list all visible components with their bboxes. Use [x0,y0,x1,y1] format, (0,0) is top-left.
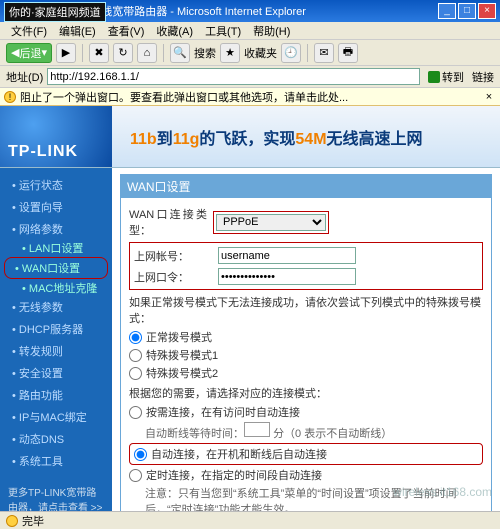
conn-auto[interactable] [134,448,147,461]
close-button[interactable]: × [478,3,496,19]
brand-logo: TP-LINK [8,143,78,161]
menu-view[interactable]: 查看(V) [103,23,150,39]
sidebar-item-wireless[interactable]: 无线参数 [0,296,112,318]
print-button[interactable]: 🖶 [338,43,358,63]
minimize-button[interactable]: _ [438,3,456,19]
menu-edit[interactable]: 编辑(E) [54,23,101,39]
conn-on-demand[interactable] [129,406,142,419]
sidebar-item-system[interactable]: 系统工具 [0,450,112,472]
sidebar-item-status[interactable]: 运行状态 [0,174,112,196]
conn-type-select[interactable]: PPPoE [216,214,326,231]
password-input[interactable] [218,268,356,285]
conn-need-note: 根据您的需要，请选择对应的连接模式： [129,385,483,401]
address-label: 地址(D) [6,69,43,85]
conn-type-label: WAN口连接类型： [129,206,207,238]
maximize-button[interactable]: □ [458,3,476,19]
password-label: 上网口令： [134,269,212,285]
sidebar-item-wizard[interactable]: 设置向导 [0,196,112,218]
refresh-button[interactable]: ↻ [113,43,133,63]
favorites-icon[interactable]: ★ [220,43,240,63]
status-text: 完毕 [22,513,44,529]
search-label[interactable]: 搜索 [194,45,216,61]
home-button[interactable]: ⌂ [137,43,157,63]
sidebar-item-forward[interactable]: 转发规则 [0,340,112,362]
sidebar-item-dhcp[interactable]: DHCP服务器 [0,318,112,340]
dial-mode-note: 如果正常拨号模式下无法连接成功，请依次尝试下列模式中的特殊拨号模式： [129,294,483,326]
menu-help[interactable]: 帮助(H) [248,23,295,39]
sidebar: 运行状态 设置向导 网络参数 LAN口设置 WAN口设置 MAC地址克隆 无线参… [0,168,112,511]
menu-fav[interactable]: 收藏(A) [151,23,198,39]
info-icon: ! [4,91,16,103]
panel-title: WAN口设置 [121,175,491,198]
dial-mode-special2[interactable] [129,367,142,380]
menubar: 文件(F) 编辑(E) 查看(V) 收藏(A) 工具(T) 帮助(H) [0,22,500,40]
infobar-text: 阻止了一个弹出窗口。要查看此弹出窗口或其他选项，请单击此处... [20,89,348,105]
menu-tools[interactable]: 工具(T) [200,23,246,39]
account-label: 上网帐号： [134,248,212,264]
stop-button[interactable]: ✖ [89,43,109,63]
scheduled-note: 注意：只有当您到“系统工具”菜单的“时间设置”项设置了当前时间后，“定时连接”功… [145,485,483,511]
overlay-badge: 你的·家庭组网频道 [4,2,106,22]
history-button[interactable]: 🕘 [281,43,301,63]
idle-time-input[interactable] [244,422,270,437]
mail-button[interactable]: ✉ [314,43,334,63]
sidebar-sub-wan[interactable]: WAN口设置 [4,257,108,279]
back-button[interactable]: ◀ 后退 ▾ [6,43,52,63]
favorites-label[interactable]: 收藏夹 [244,45,277,61]
banner-text: 11b到11g的飞跃，实现54M无线高速上网 [112,125,500,149]
sidebar-sub-lan[interactable]: LAN口设置 [0,240,112,256]
infobar-close[interactable]: × [482,91,496,103]
sidebar-item-security[interactable]: 安全设置 [0,362,112,384]
popup-blocked-bar[interactable]: ! 阻止了一个弹出窗口。要查看此弹出窗口或其他选项，请单击此处... × [0,88,500,106]
account-input[interactable] [218,247,356,264]
address-input[interactable] [47,68,420,85]
links-label[interactable]: 链接 [472,69,494,85]
toolbar: ◀ 后退 ▾ ▶ ✖ ↻ ⌂ 🔍 搜索 ★ 收藏夹 🕘 ✉ 🖶 [0,40,500,66]
go-button[interactable]: 转到 [424,69,468,85]
forward-button[interactable]: ▶ [56,43,76,63]
sidebar-item-network[interactable]: 网络参数 [0,218,112,240]
search-icon[interactable]: 🔍 [170,43,190,63]
go-icon [428,71,440,83]
sidebar-item-ddns[interactable]: 动态DNS [0,428,112,450]
dial-mode-special1[interactable] [129,349,142,362]
conn-scheduled[interactable] [129,469,142,482]
menu-file[interactable]: 文件(F) [6,23,52,39]
dial-mode-normal[interactable] [129,331,142,344]
sidebar-item-ipmac[interactable]: IP与MAC绑定 [0,406,112,428]
sidebar-item-route[interactable]: 路由功能 [0,384,112,406]
sidebar-sub-mac[interactable]: MAC地址克隆 [0,280,112,296]
sidebar-promo[interactable]: 更多TP-LINK宽带路由器，请点击查看 >> [0,480,112,511]
